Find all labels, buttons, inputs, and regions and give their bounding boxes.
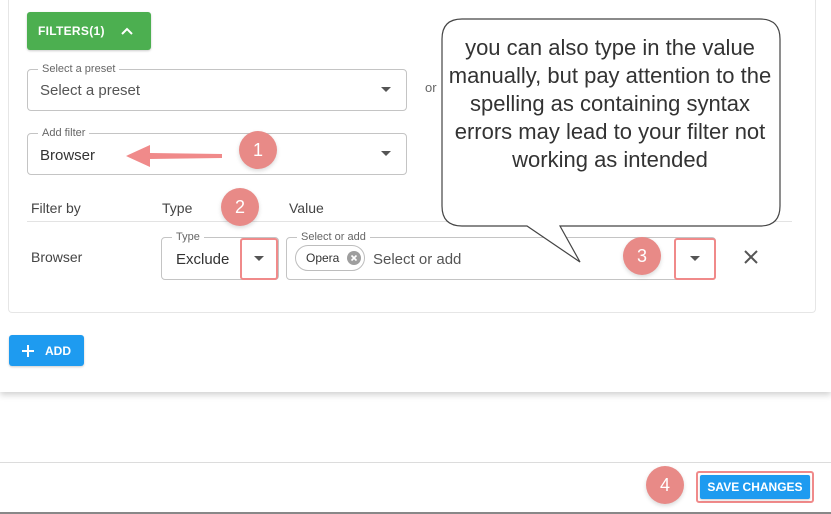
step-badge-2: 2 [221,188,259,226]
step-badge-1: 1 [239,131,277,169]
step-badge-3: 3 [623,237,661,275]
step-badge-4: 4 [646,466,684,504]
callout-text: you can also type in the value manually,… [448,35,772,172]
